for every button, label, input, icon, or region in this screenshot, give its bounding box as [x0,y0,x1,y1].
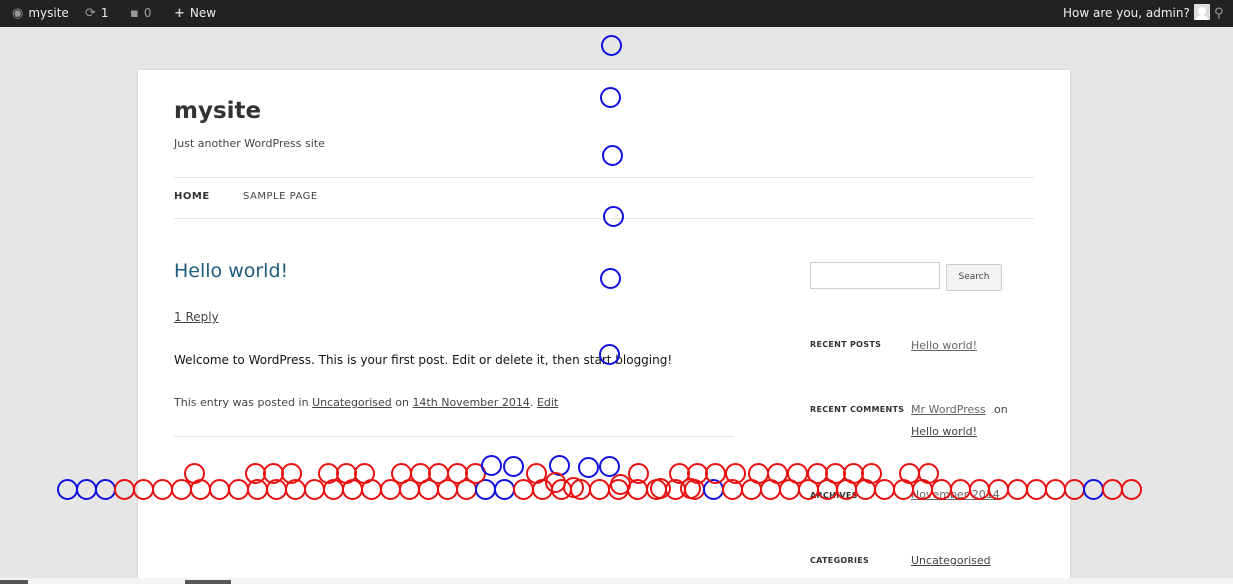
post-meta: This entry was posted in Uncategorised o… [174,396,559,409]
admin-site-name: mysite [28,6,69,20]
post-separator [174,436,734,437]
recent-posts-title: RECENT POSTS [810,340,882,349]
edit-link[interactable]: Edit [537,396,558,409]
bottom-strip [0,578,1233,584]
red-circle-marker [113,478,135,500]
search-button[interactable]: Search [946,264,1002,291]
nav-item-sample-page[interactable]: SAMPLE PAGE [243,191,318,202]
new-content-menu[interactable]: + New [174,0,216,27]
reply-link[interactable]: 1 Reply [174,310,219,324]
categories-title: CATEGORIES [810,556,870,565]
site-menu[interactable]: ◉ mysite [12,0,69,27]
comment-author-link[interactable]: Mr WordPress [911,403,986,416]
nav-item-home[interactable]: HOME [174,191,210,202]
updates-count: 1 [100,6,109,20]
comment-icon: ▪ [130,6,139,21]
comments-menu[interactable]: ▪ 0 [130,0,151,27]
meta-on: on [391,396,413,409]
blue-circle-marker [94,478,116,500]
search-icon: ⚲ [1214,6,1224,21]
blue-circle-marker [1082,478,1104,500]
search-input[interactable] [810,262,940,289]
nav-divider-bottom [174,218,1034,219]
plus-icon: + [174,6,185,21]
post-content: Welcome to WordPress. This is your first… [174,353,673,367]
comments-count: 0 [143,6,152,20]
updates-icon: ⟳ [85,6,96,21]
category-widget-link[interactable]: Uncategorised [911,554,991,567]
admin-search[interactable]: ⚲ [1214,0,1229,27]
blue-circle-marker [75,478,97,500]
date-link[interactable]: 14th November 2014 [412,396,530,409]
dashboard-icon: ◉ [12,6,24,21]
blue-circle-marker [600,34,622,56]
new-label: New [189,6,217,20]
recent-comments-title: RECENT COMMENTS [810,405,905,414]
meta-prefix: This entry was posted in [174,396,313,409]
site-title[interactable]: mysite [174,98,261,124]
archive-link[interactable]: November 2014 [911,488,1000,501]
account-greeting: How are you, admin? [1063,6,1190,20]
my-account-menu[interactable]: How are you, admin? [1063,0,1210,27]
comment-on-text: on [994,403,1008,416]
post-title[interactable]: Hello world! [174,260,288,282]
updates-menu[interactable]: ⟳ 1 [85,0,109,27]
category-link[interactable]: Uncategorised [312,396,392,409]
blue-circle-marker [56,478,78,500]
comment-post-link[interactable]: Hello world! [911,425,977,438]
archives-title: ARCHIVES [810,491,858,500]
nav-divider-top [174,177,1034,178]
red-circle-marker [1101,478,1123,500]
recent-post-link[interactable]: Hello world! [911,339,977,352]
page-container: mysite Just another WordPress site HOME … [138,70,1070,584]
site-tagline: Just another WordPress site [174,137,325,150]
red-circle-marker [1120,478,1142,500]
avatar [1193,4,1210,20]
admin-bar: ◉ mysite ⟳ 1 ▪ 0 + New How are you, admin? ⚲ [0,0,1233,27]
